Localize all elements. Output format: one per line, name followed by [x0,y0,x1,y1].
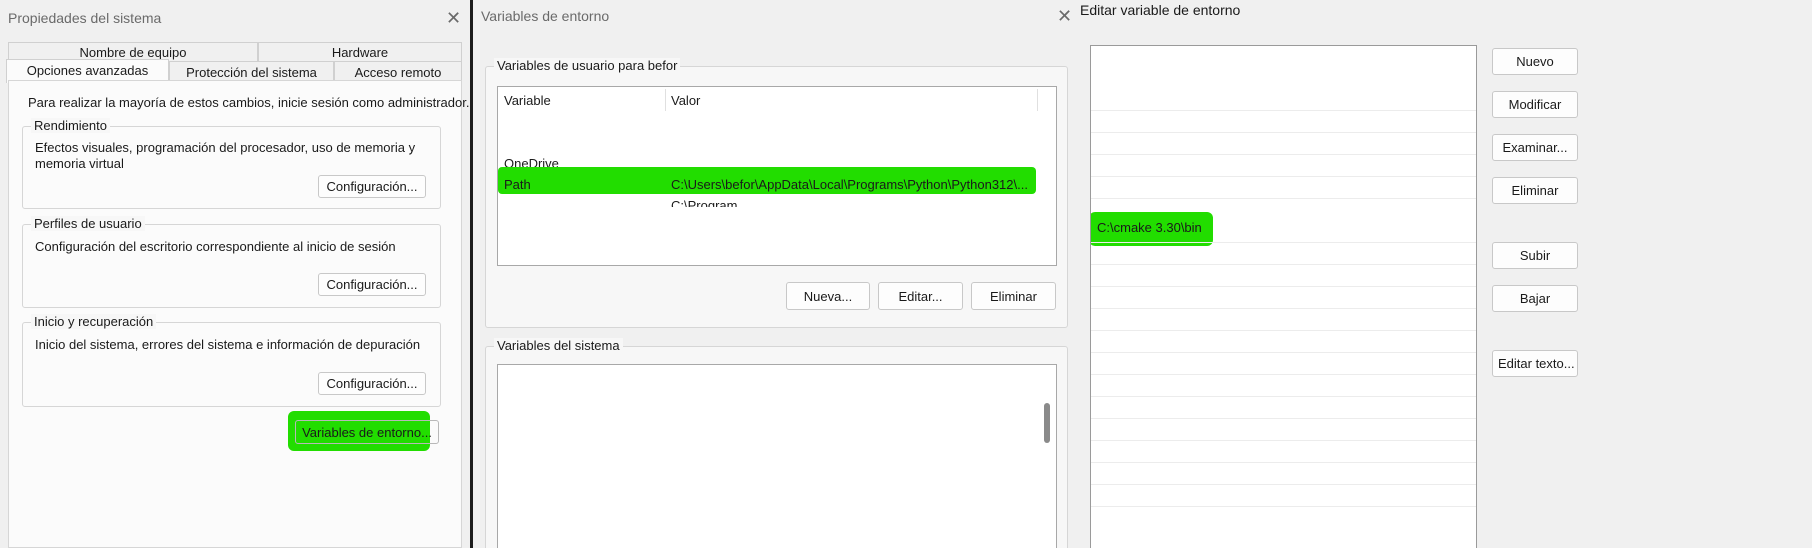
move-up-button[interactable]: Subir [1492,242,1578,269]
user-variables-list[interactable]: Variable Valor OneDrive Path C:\Users\be… [497,86,1057,266]
system-variables-list[interactable] [497,364,1057,548]
variable-name[interactable]: Path [504,177,531,192]
row-divider [1091,374,1476,375]
column-header-variable[interactable]: Variable [504,93,551,108]
close-icon[interactable]: ✕ [1057,7,1072,25]
path-entry[interactable]: C:\cmake 3.30\bin [1097,220,1202,235]
row-divider [1091,330,1476,331]
edit-user-variable-button[interactable]: Editar... [878,282,963,310]
admin-notice: Para realizar la mayoría de estos cambio… [28,95,470,110]
close-icon[interactable]: ✕ [446,9,461,27]
row-divider [1091,352,1476,353]
row-divider [1091,440,1476,441]
row-divider [1091,418,1476,419]
row-divider [1091,396,1476,397]
path-entries-list[interactable]: C:\cmake 3.30\bin [1090,45,1477,548]
new-entry-button[interactable]: Nuevo [1492,48,1578,75]
environment-variables-button[interactable]: Variables de entorno... [295,420,439,444]
group-label: Variables del sistema [494,338,623,353]
group-label: Inicio y recuperación [31,314,157,329]
row-divider [1091,484,1476,485]
edit-environment-variable-window: Editar variable de entorno C:\cmake 3.30… [1072,0,1812,548]
column-divider [1037,89,1038,111]
row-divider [1091,132,1476,133]
delete-user-variable-button[interactable]: Eliminar [971,282,1056,310]
group-description: Inicio del sistema, errores del sistema … [35,337,421,352]
edit-text-button[interactable]: Editar texto... [1492,350,1578,377]
performance-settings-button[interactable]: Configuración... [318,175,426,198]
row-divider [1091,198,1476,199]
user-profiles-settings-button[interactable]: Configuración... [318,273,426,296]
window-title: Editar variable de entorno [1080,2,1241,18]
row-divider [1091,176,1476,177]
startup-recovery-settings-button[interactable]: Configuración... [318,372,426,395]
window-title: Variables de entorno [481,8,610,24]
delete-entry-button[interactable]: Eliminar [1492,177,1578,204]
row-divider [1091,308,1476,309]
row-divider [1091,154,1476,155]
column-divider [665,89,666,111]
group-label: Perfiles de usuario [31,216,145,231]
group-description: Configuración del escritorio correspondi… [35,239,396,254]
group-description: Efectos visuales, programación del proce… [35,140,416,171]
browse-entry-button[interactable]: Examinar... [1492,134,1578,161]
variable-value[interactable]: C:\Program... [671,198,748,207]
variable-value[interactable]: C:\Users\befor\AppData\Local\Programs\Py… [671,177,1031,192]
group-label: Variables de usuario para befor [494,58,681,73]
environment-variables-window: Variables de entorno ✕ Variables de usua… [473,0,1072,548]
column-header-value[interactable]: Valor [671,93,700,108]
modify-entry-button[interactable]: Modificar [1492,91,1578,118]
row-divider [1091,286,1476,287]
tab-system-protection[interactable]: Protección del sistema [169,61,334,81]
tab-hardware[interactable]: Hardware [258,42,462,61]
row-divider [1091,264,1476,265]
group-label: Rendimiento [31,118,110,133]
system-properties-window: Propiedades del sistema ✕ Nombre de equi… [0,0,470,548]
window-title: Propiedades del sistema [8,10,162,26]
scrollbar-thumb[interactable] [1044,403,1050,443]
row-divider [1091,506,1476,507]
row-divider [1091,242,1476,243]
tab-remote-access[interactable]: Acceso remoto [334,61,462,81]
row-divider [1091,110,1476,111]
move-down-button[interactable]: Bajar [1492,285,1578,312]
row-divider [1091,462,1476,463]
new-user-variable-button[interactable]: Nueva... [786,282,870,310]
